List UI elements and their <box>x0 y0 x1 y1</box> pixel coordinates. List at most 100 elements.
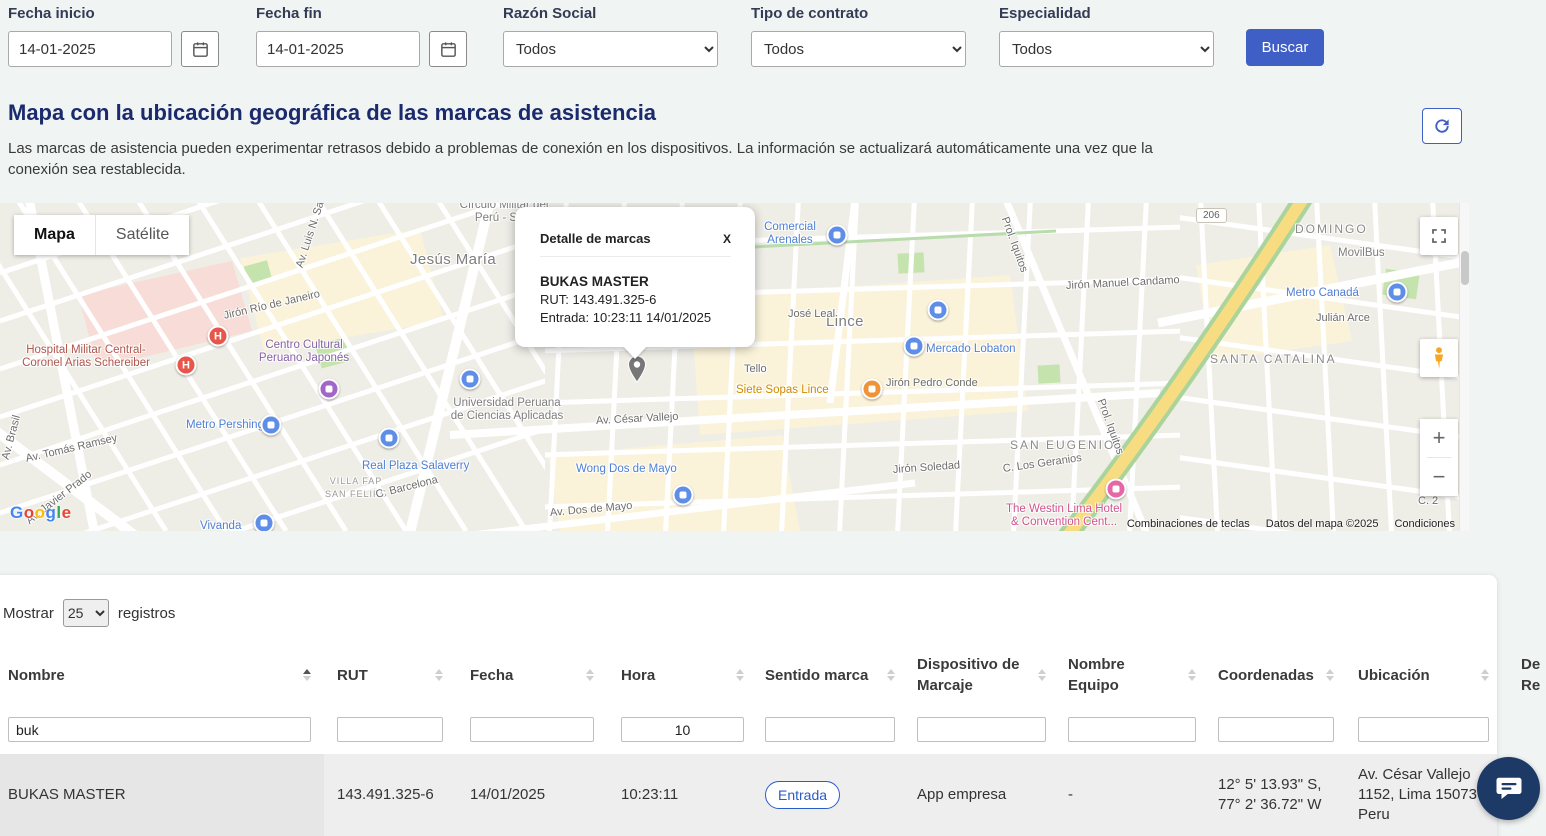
popup-close-button[interactable]: X <box>723 232 731 246</box>
map-label: C. 2 <box>1418 495 1438 508</box>
filter-input-rut[interactable] <box>337 717 443 742</box>
filter-input-dispositivo[interactable] <box>917 717 1046 742</box>
filter-input-coordenadas[interactable] <box>1218 717 1334 742</box>
especialidad-select[interactable]: Todos <box>999 31 1214 67</box>
map-shortcuts-link[interactable]: Combinaciones de teclas <box>1127 518 1250 530</box>
filter-input-hora[interactable] <box>621 717 744 742</box>
cell-coordenadas: 12° 5' 13.93" S, 77° 2' 36.72" W <box>1218 754 1334 836</box>
column-header-ubicacion[interactable]: Ubicación <box>1358 645 1489 705</box>
column-header-nombre-equipo[interactable]: Nombre Equipo <box>1068 645 1196 705</box>
map-label: SANTA CATALINA <box>1210 353 1337 366</box>
zoom-in-button[interactable]: + <box>1420 419 1458 457</box>
popup-title: Detalle de marcas <box>540 231 651 246</box>
column-header-rut[interactable]: RUT <box>337 645 443 705</box>
popup-rut: RUT: 143.491.325-6 <box>540 291 731 309</box>
store-marker[interactable] <box>673 485 694 506</box>
refresh-button[interactable] <box>1422 108 1462 144</box>
sort-icons <box>435 669 443 681</box>
poi-marker[interactable] <box>928 300 949 321</box>
map-label: Metro Pershing <box>186 419 264 432</box>
zoom-out-button[interactable]: − <box>1420 458 1458 496</box>
hotel-marker[interactable] <box>1106 479 1127 500</box>
cell-ubicacion: Av. César Vallejo 1152, Lima 15073 Peru <box>1358 754 1489 836</box>
column-header-dispositivo[interactable]: Dispositivo de Marcaje <box>917 645 1046 705</box>
scrollbar-thumb[interactable] <box>1461 251 1469 285</box>
filter-input-sentido[interactable] <box>765 717 895 742</box>
map-label: Hospital Militar Central- Coronel Arias … <box>0 344 172 370</box>
column-header-coordenadas[interactable]: Coordenadas <box>1218 645 1334 705</box>
map-label: Wong Dos de Mayo <box>576 463 677 476</box>
poi-marker[interactable] <box>460 369 481 390</box>
street-view-pegman[interactable] <box>1420 339 1458 377</box>
column-header-partial[interactable]: De Re <box>1521 645 1546 705</box>
cell-sentido: Entrada <box>765 754 895 836</box>
column-header-sentido-marca[interactable]: Sentido marca <box>765 645 895 705</box>
map-label: DOMINGO <box>1295 223 1368 236</box>
filter-input-ubicacion[interactable] <box>1358 717 1489 742</box>
cell-hora: 10:23:11 <box>621 754 744 836</box>
show-entries-label: Mostrar <box>3 605 54 622</box>
store-marker[interactable] <box>254 513 275 532</box>
registros-label: registros <box>118 605 176 622</box>
sort-icons <box>887 669 895 681</box>
map-label: The Westin Lima Hotel & Convention Cent.… <box>988 503 1140 529</box>
map-type-button[interactable]: Mapa <box>14 215 95 255</box>
page-length-control: Mostrar 25 registros <box>3 599 175 627</box>
tipo-contrato-select[interactable]: Todos <box>751 31 966 67</box>
chat-widget-button[interactable] <box>1477 757 1540 820</box>
column-header-fecha[interactable]: Fecha <box>470 645 594 705</box>
fecha-fin-group: Fecha fin <box>256 5 467 67</box>
page-scrollbar[interactable] <box>1459 203 1469 531</box>
map-data-attribution: Datos del mapa ©2025 <box>1266 518 1379 530</box>
cell-fecha: 14/01/2025 <box>470 754 594 836</box>
calendar-icon <box>439 40 458 59</box>
filter-input-equipo[interactable] <box>1068 717 1196 742</box>
hospital-marker[interactable]: H <box>208 326 229 347</box>
sort-icons <box>736 669 744 681</box>
fecha-inicio-input[interactable] <box>8 31 172 67</box>
poi-marker[interactable] <box>379 428 400 449</box>
sort-icons <box>303 669 311 681</box>
razon-social-label: Razón Social <box>503 5 718 22</box>
especialidad-group: Especialidad Todos <box>999 5 1214 67</box>
map-label: Jesús María <box>410 253 496 266</box>
satellite-type-button[interactable]: Satélite <box>96 215 189 255</box>
page-subtitle: Las marcas de asistencia pueden experime… <box>8 138 1188 180</box>
filter-input-fecha[interactable] <box>470 717 594 742</box>
culture-marker[interactable] <box>319 379 340 400</box>
tipo-contrato-label: Tipo de contrato <box>751 5 966 22</box>
map-label: Jirón Pedro Conde <box>886 377 978 390</box>
selected-location-pin[interactable] <box>627 355 647 388</box>
store-marker[interactable] <box>261 415 282 436</box>
map-label: Comercial Arenales <box>754 221 826 247</box>
fullscreen-button[interactable] <box>1420 217 1458 255</box>
cell-equipo: - <box>1068 754 1196 836</box>
sort-icons <box>586 669 594 681</box>
cell-dispositivo: App empresa <box>917 754 1046 836</box>
route-badge: 206 <box>1196 208 1227 223</box>
map-label: Mercado Lobaton <box>926 343 1016 356</box>
store-marker[interactable] <box>1387 282 1408 303</box>
store-marker[interactable] <box>827 225 848 246</box>
map-label: SAN EUGENIO <box>1010 439 1115 452</box>
column-header-hora[interactable]: Hora <box>621 645 744 705</box>
store-marker[interactable] <box>904 336 925 357</box>
map-terms-link[interactable]: Condiciones <box>1394 518 1455 530</box>
restaurant-marker[interactable] <box>862 379 883 400</box>
page-length-select[interactable]: 25 <box>63 599 109 627</box>
map-label: Siete Sopas Lince <box>736 384 829 397</box>
hospital-marker[interactable]: H <box>176 355 197 376</box>
filter-input-nombre[interactable] <box>8 717 311 742</box>
razon-social-select[interactable]: Todos <box>503 31 718 67</box>
map-label: Real Plaza Salaverry <box>362 460 469 473</box>
fecha-fin-input[interactable] <box>256 31 420 67</box>
buscar-button[interactable]: Buscar <box>1246 29 1324 66</box>
calendar-icon <box>191 40 210 59</box>
fecha-inicio-calendar-button[interactable] <box>181 31 219 67</box>
map[interactable]: Jesús MaríaLinceSANTA CATALINASAN EUGENI… <box>0 203 1469 531</box>
column-header-nombre[interactable]: Nombre <box>8 645 311 705</box>
google-logo[interactable]: Google <box>10 503 72 523</box>
sort-icons <box>1188 669 1196 681</box>
map-type-control: Mapa Satélite <box>14 215 189 255</box>
fecha-fin-calendar-button[interactable] <box>429 31 467 67</box>
